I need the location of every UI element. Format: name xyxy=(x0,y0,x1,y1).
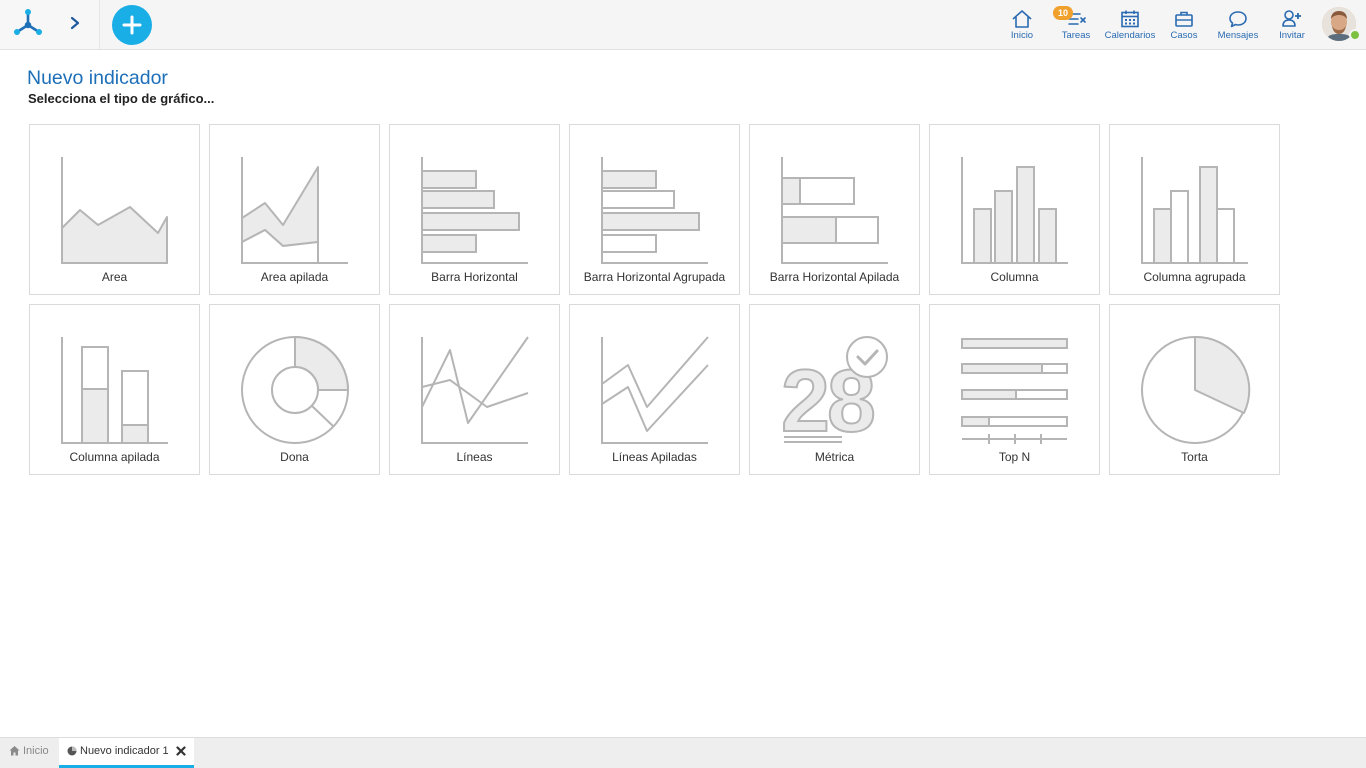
close-tab-icon[interactable] xyxy=(176,746,186,756)
tab-nuevo-indicador[interactable]: Nuevo indicador 1 xyxy=(59,738,194,768)
tile-label: Métrica xyxy=(814,450,855,464)
nav-label: Casos xyxy=(1170,30,1198,41)
stacked-area-chart-icon xyxy=(241,157,348,264)
tab-inicio[interactable]: Inicio xyxy=(0,738,56,768)
nav-label: Mensajes xyxy=(1217,30,1259,41)
tab-label: Inicio xyxy=(23,745,49,757)
chart-type-lineas-apiladas[interactable]: Líneas Apiladas xyxy=(569,304,740,475)
plus-icon xyxy=(122,15,142,35)
tile-label: Columna apilada xyxy=(69,450,160,464)
tile-label: Líneas Apiladas xyxy=(612,450,697,464)
tile-label: Area apilada xyxy=(260,270,329,284)
bottom-tab-bar: Inicio Nuevo indicador 1 xyxy=(0,737,1366,768)
nav-label: Tareas xyxy=(1061,30,1091,41)
chart-type-area[interactable]: Area xyxy=(29,124,200,295)
tile-label: Barra Horizontal xyxy=(431,270,518,284)
expand-menu-chevron-icon[interactable] xyxy=(68,13,82,33)
tile-label: Area xyxy=(101,270,128,284)
chart-type-barra-horizontal-agrupada[interactable]: Barra Horizontal Agrupada xyxy=(569,124,740,295)
add-user-icon xyxy=(1282,10,1301,27)
tab-label: Nuevo indicador 1 xyxy=(80,745,169,757)
app-logo-icon[interactable] xyxy=(12,8,44,40)
tile-label: Top N xyxy=(998,450,1031,464)
nav-casos[interactable]: Casos xyxy=(1166,0,1202,49)
chart-type-barra-horizontal[interactable]: Barra Horizontal xyxy=(389,124,560,295)
tile-label: Barra Horizontal Apilada xyxy=(769,270,900,284)
page-title: Nuevo indicador xyxy=(27,67,168,89)
chart-type-barra-horizontal-apilada[interactable]: Barra Horizontal Apilada xyxy=(749,124,920,295)
chat-icon xyxy=(1229,11,1247,28)
pie-chart-icon xyxy=(67,746,77,756)
chart-type-top-n[interactable]: Top N xyxy=(929,304,1100,475)
line-chart-icon xyxy=(421,336,529,444)
top-n-icon xyxy=(961,338,1068,444)
metric-icon: 28 xyxy=(780,336,888,450)
tile-label: Líneas xyxy=(456,450,493,464)
chart-type-area-apilada[interactable]: Area apilada xyxy=(209,124,380,295)
tile-label: Columna agrupada xyxy=(1143,270,1246,284)
tile-label: Torta xyxy=(1181,450,1208,464)
nav-label: Inicio xyxy=(1010,30,1034,41)
tasks-count-badge: 10 xyxy=(1053,6,1073,20)
online-status-indicator xyxy=(1349,29,1361,41)
top-bar: Inicio Tareas 10 Calendarios Casos Mensa… xyxy=(0,0,1366,50)
add-new-button[interactable] xyxy=(112,5,152,45)
pie-chart-icon xyxy=(1141,335,1251,444)
tile-label: Dona xyxy=(280,450,309,464)
tile-label: Barra Horizontal Agrupada xyxy=(583,270,726,284)
logo-area xyxy=(0,0,100,49)
stacked-column-chart-icon xyxy=(61,337,168,444)
column-chart-icon xyxy=(961,157,1068,264)
nav-label: Invitar xyxy=(1279,30,1305,41)
chart-type-metrica[interactable]: 28 Métrica xyxy=(749,304,920,475)
page-subtitle: Selecciona el tipo de gráfico... xyxy=(28,91,215,106)
stacked-line-chart-icon xyxy=(601,336,709,444)
home-icon xyxy=(9,746,20,756)
nav-inicio[interactable]: Inicio xyxy=(1002,0,1042,49)
nav-mensajes[interactable]: Mensajes xyxy=(1214,0,1262,49)
chart-type-columna[interactable]: Columna xyxy=(929,124,1100,295)
area-chart-icon xyxy=(61,157,168,264)
chart-type-columna-apilada[interactable]: Columna apilada xyxy=(29,304,200,475)
donut-chart-icon xyxy=(241,336,349,444)
chart-type-lineas[interactable]: Líneas xyxy=(389,304,560,475)
nav-label: Calendarios xyxy=(1104,30,1156,41)
stacked-horizontal-bar-chart-icon xyxy=(781,157,888,264)
nav-invitar[interactable]: Invitar xyxy=(1274,0,1310,49)
grouped-horizontal-bar-chart-icon xyxy=(601,157,708,264)
tile-label: Columna xyxy=(990,270,1039,284)
chart-type-dona[interactable]: Dona xyxy=(209,304,380,475)
calendar-icon xyxy=(1121,10,1139,28)
horizontal-bar-chart-icon xyxy=(421,157,528,264)
home-icon xyxy=(1012,10,1032,28)
grouped-column-chart-icon xyxy=(1141,157,1248,264)
chart-type-torta[interactable]: Torta xyxy=(1109,304,1280,475)
chart-type-columna-agrupada[interactable]: Columna agrupada xyxy=(1109,124,1280,295)
briefcase-icon xyxy=(1175,11,1193,27)
nav-calendarios[interactable]: Calendarios xyxy=(1102,0,1158,49)
